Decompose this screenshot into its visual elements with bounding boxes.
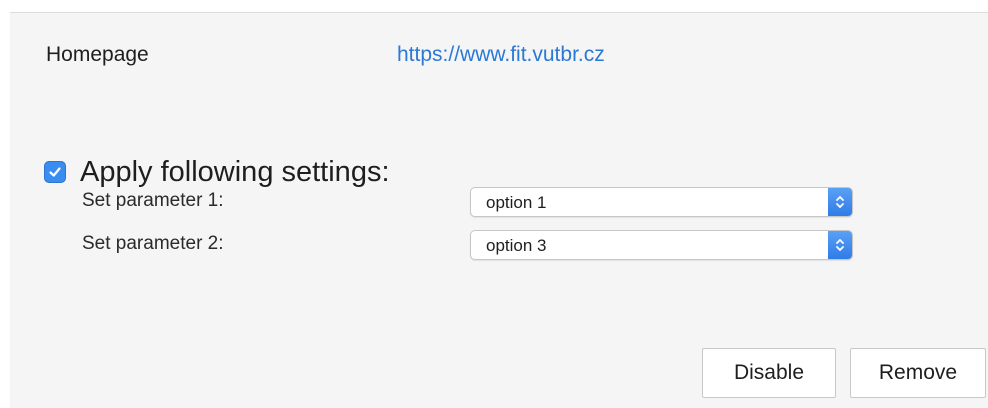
disable-button[interactable]: Disable — [702, 348, 836, 398]
parameter-2-select[interactable]: option 3 — [470, 230, 853, 260]
select-chevrons-icon — [828, 188, 852, 216]
parameter-1-label: Set parameter 1: — [82, 190, 224, 211]
parameter-1-value: option 1 — [486, 193, 547, 212]
select-chevrons-icon — [828, 231, 852, 259]
checkmark-icon — [49, 167, 61, 177]
addon-details-panel: Homepage https://www.fit.vutbr.cz Apply … — [10, 12, 988, 408]
apply-settings-checkbox[interactable] — [44, 161, 66, 183]
homepage-link[interactable]: https://www.fit.vutbr.cz — [397, 43, 605, 67]
parameter-1-select[interactable]: option 1 — [470, 187, 853, 217]
parameter-2-label: Set parameter 2: — [82, 233, 224, 254]
parameter-2-value: option 3 — [486, 236, 547, 255]
homepage-label: Homepage — [46, 43, 149, 66]
apply-settings-label: Apply following settings: — [80, 156, 390, 188]
remove-button[interactable]: Remove — [850, 348, 986, 398]
apply-settings-row: Apply following settings: — [44, 155, 390, 189]
